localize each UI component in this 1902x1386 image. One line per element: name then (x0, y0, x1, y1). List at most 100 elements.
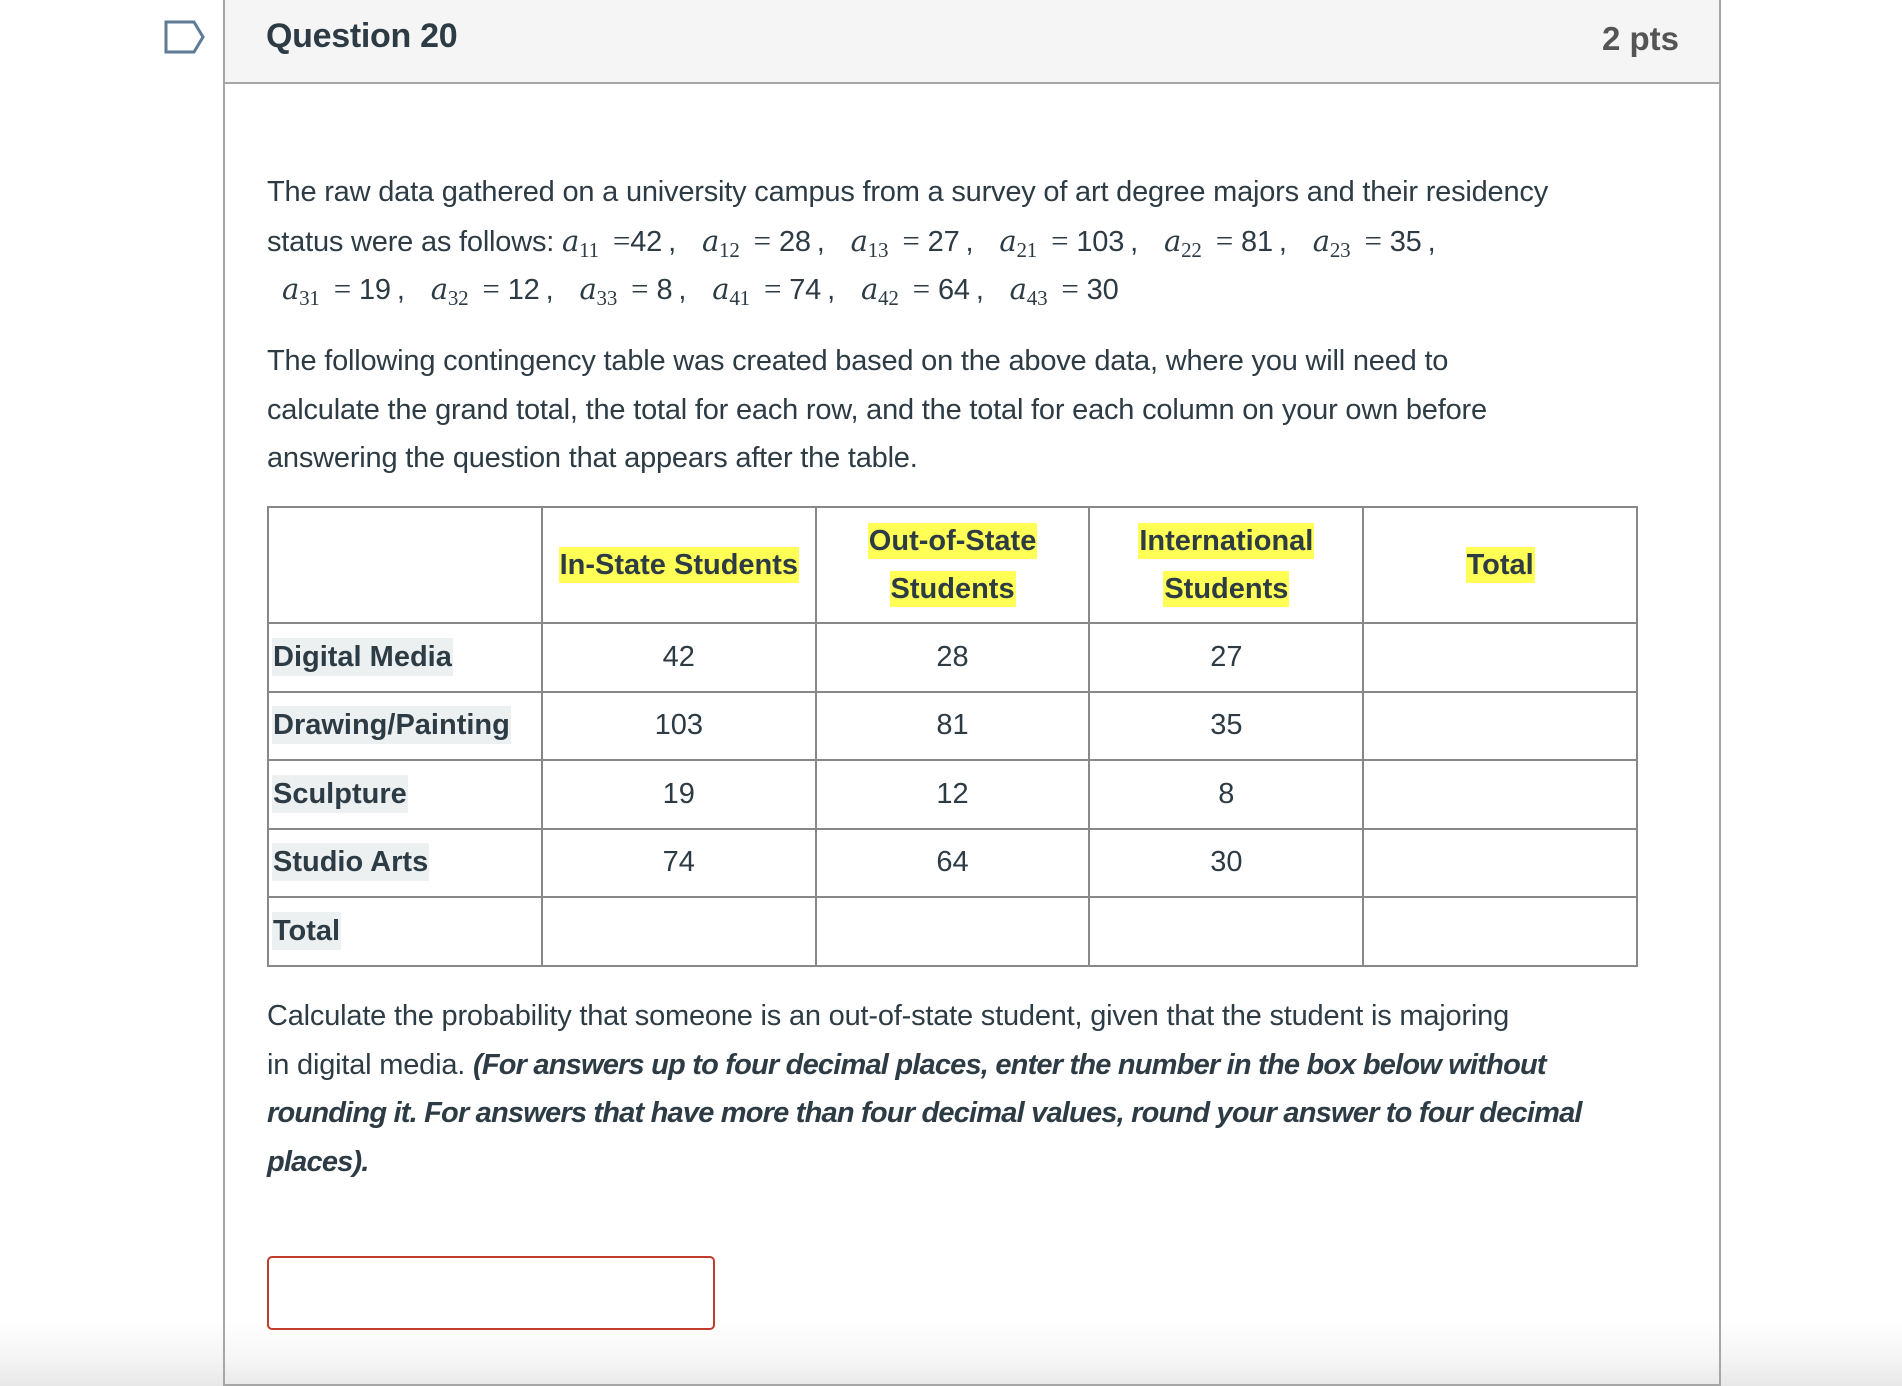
row-header-label: Total (272, 911, 342, 950)
separator: , (975, 274, 984, 306)
row-header: Studio Arts (267, 827, 543, 898)
bookmark-flag-icon[interactable] (164, 20, 206, 54)
column-header: International Students (1088, 506, 1365, 624)
raw-value-a12: a12 = 28, (701, 223, 825, 262)
row-header-label: Digital Media (272, 637, 453, 676)
answer-input[interactable] (267, 1256, 715, 1330)
column-header: Total (1362, 506, 1638, 624)
variable-symbol: a23 (1312, 223, 1351, 262)
separator: , (1278, 225, 1287, 258)
prompt-instruction-3: places). (267, 1145, 369, 1178)
variable-subscript: 23 (1329, 237, 1351, 262)
equals-sign: = (763, 271, 782, 306)
raw-value-a42: a42 = 64, (861, 271, 984, 310)
variable-subscript: 11 (579, 237, 599, 262)
column-header-label: Total (1465, 547, 1535, 583)
raw-value-a41: a41 = 74, (712, 271, 835, 310)
table-cell: 19 (540, 759, 817, 830)
variable-subscript: 32 (447, 286, 469, 310)
variable-symbol: a22 (1164, 223, 1202, 262)
intro-line-1: The raw data gathered on a university ca… (267, 176, 1549, 208)
raw-values-row-1: a11 =42, a12 = 28, a13 = 27, a21 = 103, a22 = 81, a23 =… (562, 222, 1461, 262)
variable-value: 8 (656, 274, 673, 306)
column-header-label: International (1138, 523, 1315, 559)
equals-sign: = (612, 222, 631, 258)
separator: , (1427, 225, 1436, 258)
intro-prefix: status were as follows: (267, 225, 562, 258)
table-row: Total (267, 896, 1638, 967)
separator: , (827, 274, 835, 306)
variable-subscript: 12 (719, 237, 740, 262)
table-cell: 74 (540, 827, 817, 898)
raw-value-a43: a43 = 30 (1009, 271, 1125, 310)
equals-sign: = (912, 271, 931, 306)
raw-value-a32: a32 = 12, (431, 271, 554, 310)
variable-symbol: a43 (1009, 272, 1048, 310)
variable-value: 19 (359, 274, 391, 306)
variable-subscript: 13 (867, 237, 889, 262)
column-header: In-State Students (540, 506, 817, 624)
table-cell: 64 (814, 827, 1091, 898)
separator: , (545, 274, 554, 306)
question-header: Question 20 2 pts (225, 0, 1719, 84)
variable-value: 30 (1086, 274, 1119, 306)
table-cell (1362, 827, 1638, 898)
variable-subscript: 43 (1026, 286, 1048, 310)
variable-subscript: 31 (299, 286, 320, 310)
instructions-line-2: calculate the grand total, the total for… (267, 393, 1487, 426)
column-header-label: In-State Students (558, 547, 800, 583)
contingency-table: In-State Students Out-of-State Students Int… (267, 506, 1638, 967)
row-header: Digital Media (267, 622, 543, 693)
table-header-row: In-State Students Out-of-State Students Int… (267, 506, 1638, 624)
variable-value: 28 (778, 225, 811, 258)
separator: , (396, 274, 405, 306)
separator: , (678, 274, 687, 306)
row-header-label: Sculpture (272, 774, 408, 813)
prompt-instruction-2: rounding it. For answers that have more … (267, 1097, 1582, 1129)
row-header: Drawing/Painting (267, 690, 543, 761)
table-cell: 27 (1088, 622, 1365, 693)
variable-subscript: 33 (596, 286, 618, 310)
equals-sign: = (1364, 222, 1382, 258)
equals-sign: = (482, 271, 500, 306)
variable-value: 27 (927, 225, 960, 258)
instructions-line-3: answering the question that appears afte… (267, 442, 918, 474)
variable-subscript: 22 (1181, 237, 1202, 262)
raw-value-a11: a11 =42, (562, 222, 676, 262)
raw-value-a13: a13 = 27, (851, 223, 974, 262)
variable-value: 35 (1389, 225, 1422, 258)
table-cell (540, 896, 817, 967)
column-header-label: Students (889, 571, 1016, 607)
table-cell: 28 (814, 622, 1091, 693)
prompt-line-2: in digital media. (For answers up to fou… (267, 1041, 1547, 1090)
table-cell (1362, 622, 1638, 693)
prompt-instruction-1: (For answers up to four decimal places, … (472, 1048, 1547, 1081)
variable-symbol: a21 (999, 223, 1038, 262)
separator: , (1130, 225, 1139, 258)
column-header-label: Out-of-State (867, 523, 1038, 559)
raw-values-row-2: a31 = 19, a32 = 12, a33 = 8, a41 = 74, a42 = 64, a43 = 30 (282, 271, 1151, 310)
question-points: 2 pts (1601, 20, 1679, 57)
table-cell (814, 896, 1091, 967)
variable-symbol: a11 (562, 223, 599, 262)
variable-value: 81 (1241, 225, 1273, 258)
row-header-label: Drawing/Painting (272, 706, 511, 745)
table-row: Drawing/Painting 103 81 35 (267, 690, 1638, 761)
table-cell (1362, 690, 1638, 761)
variable-subscript: 42 (878, 286, 899, 310)
table-row: Digital Media 42 28 27 (267, 622, 1638, 693)
variable-value: 12 (507, 274, 540, 306)
table-cell: 81 (814, 690, 1091, 761)
table-row: Studio Arts 74 64 30 (267, 827, 1638, 898)
variable-symbol: a12 (701, 223, 740, 262)
variable-value: 103 (1076, 225, 1125, 258)
variable-symbol: a41 (712, 272, 750, 310)
table-cell (1088, 896, 1365, 967)
table-cell: 30 (1088, 827, 1365, 898)
row-header: Sculpture (267, 759, 543, 830)
table-cell: 103 (540, 690, 817, 761)
separator: , (965, 225, 974, 258)
table-cell: 42 (540, 622, 817, 693)
column-header (267, 506, 543, 624)
question-card: Question 20 2 pts The raw data gathered … (223, 0, 1721, 1386)
